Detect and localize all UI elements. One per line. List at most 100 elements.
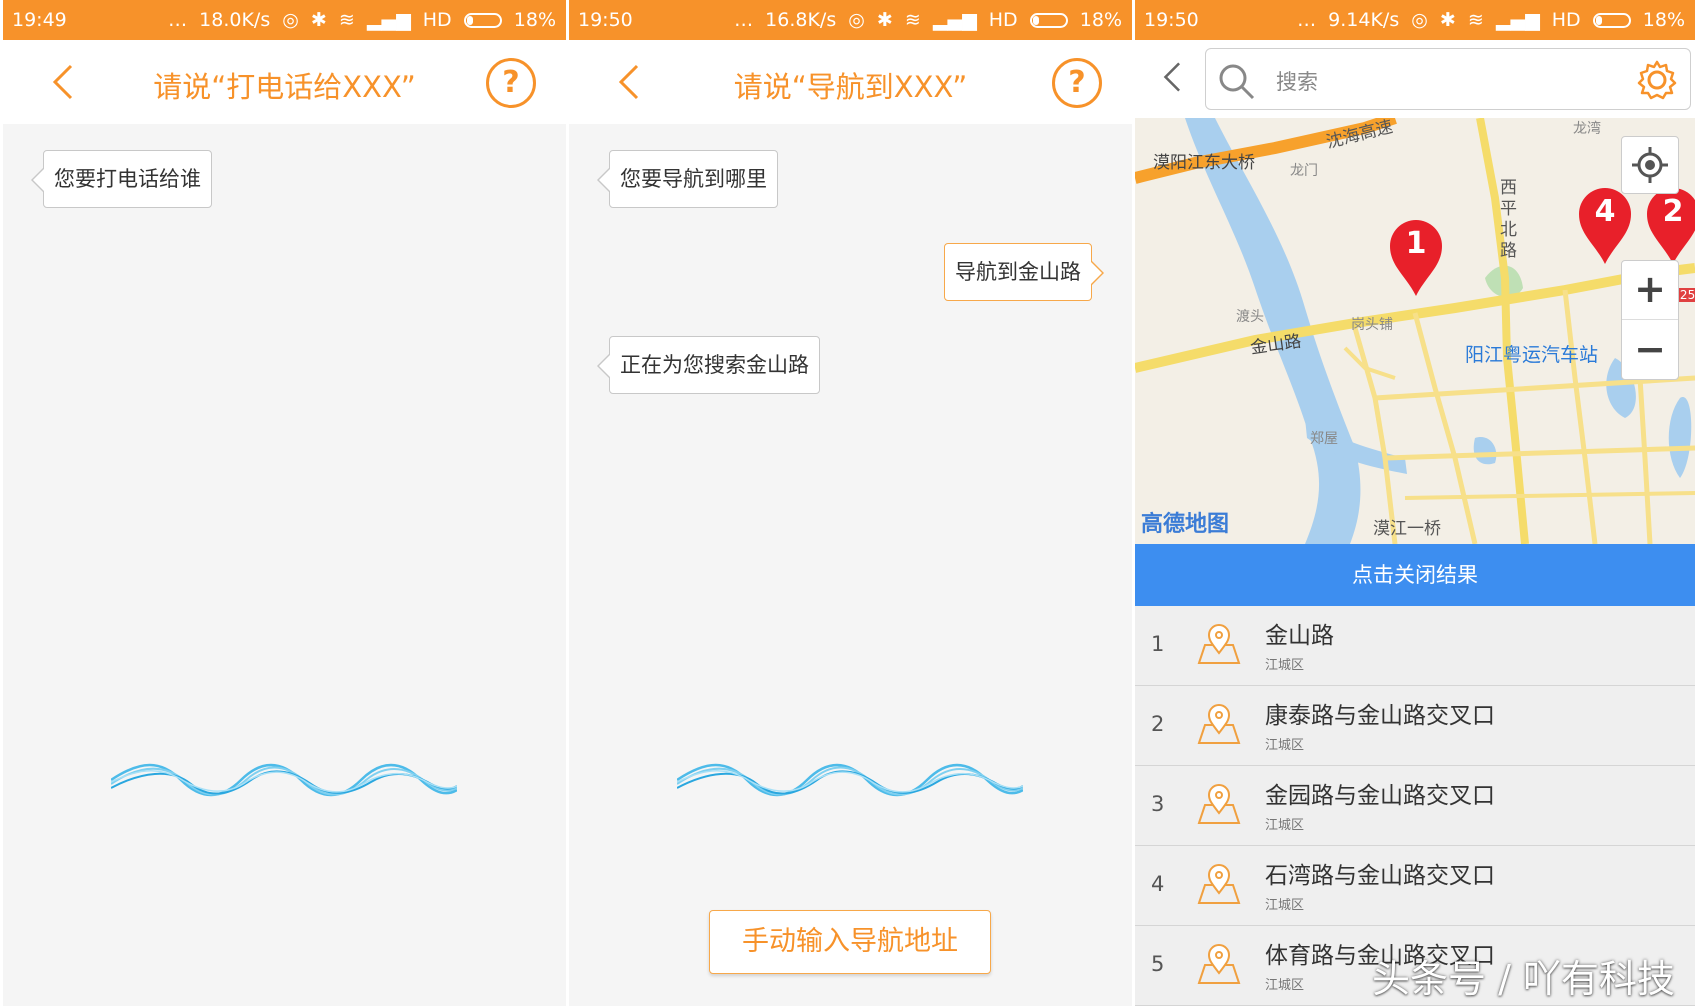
wifi-icon: ≋ xyxy=(904,9,921,31)
voice-wave xyxy=(677,763,1023,797)
signal-icon: ▂▄▆ xyxy=(932,9,977,31)
map-label-xiping: 西平北路 xyxy=(1500,178,1517,261)
map-pin[interactable]: 4 xyxy=(1577,186,1633,266)
zoom-in-button[interactable]: + xyxy=(1622,261,1678,320)
map-pin[interactable]: 2 xyxy=(1645,186,1695,266)
locate-icon xyxy=(1632,147,1668,183)
title-bar: 请说“打电话给XXX” ? xyxy=(3,40,566,124)
signal-icon: ▂▄▆ xyxy=(366,9,411,31)
map-label-longwan: 龙湾 xyxy=(1573,121,1601,137)
map-location-icon xyxy=(1197,624,1241,664)
locate-button[interactable] xyxy=(1621,136,1679,194)
alarm-icon: ◎ xyxy=(282,9,299,31)
result-item[interactable]: 2 康泰路与金山路交叉口 江城区 xyxy=(1135,686,1695,766)
battery-icon xyxy=(463,13,502,28)
status-bar: 19:50 … 9.14K/s ◎ ✱ ≋ ▂▄▆ HD 18% xyxy=(1135,0,1695,40)
status-time: 19:50 xyxy=(1144,9,1199,31)
status-network: HD xyxy=(422,9,452,31)
result-index: 1 xyxy=(1151,632,1165,656)
alarm-icon: ◎ xyxy=(1411,9,1428,31)
search-field[interactable]: 搜索 xyxy=(1205,48,1691,110)
result-name: 金山路 xyxy=(1265,623,1334,649)
status-time: 19:50 xyxy=(578,9,633,31)
status-time: 19:49 xyxy=(12,9,67,31)
result-district: 江城区 xyxy=(1265,738,1305,753)
result-district: 江城区 xyxy=(1265,818,1305,833)
map-label-bridge-top: 漠阳江东大桥 xyxy=(1153,153,1255,173)
close-results-button[interactable]: 点击关闭结果 xyxy=(1135,544,1695,606)
map-label-zhengwu: 郑屋 xyxy=(1310,431,1338,447)
result-item[interactable]: 4 石湾路与金山路交叉口 江城区 xyxy=(1135,846,1695,926)
map-location-icon xyxy=(1197,864,1241,904)
map-label-bridge-bottom: 漠江一桥 xyxy=(1373,519,1441,539)
zoom-controls: + − xyxy=(1621,260,1679,380)
screen-call: 19:49 … 18.0K/s ◎ ✱ ≋ ▂▄▆ HD 18% 请说“打电话给… xyxy=(3,0,566,1006)
status-speed: 18.0K/s xyxy=(199,9,271,31)
result-name: 石湾路与金山路交叉口 xyxy=(1265,863,1495,889)
map-canvas xyxy=(1135,118,1695,544)
map-brand-logo: 高德地图 xyxy=(1141,512,1230,537)
help-icon[interactable]: ? xyxy=(486,58,536,108)
result-district: 江城区 xyxy=(1265,978,1305,993)
alarm-icon: ◎ xyxy=(848,9,865,31)
screen-navigate: 19:50 … 16.8K/s ◎ ✱ ≋ ▂▄▆ HD 18% 请说“导航到X… xyxy=(569,0,1132,1006)
bluetooth-icon: ✱ xyxy=(310,9,327,31)
bluetooth-icon: ✱ xyxy=(876,9,893,31)
status-bar: 19:50 … 16.8K/s ◎ ✱ ≋ ▂▄▆ HD 18% xyxy=(569,0,1132,40)
result-district: 江城区 xyxy=(1265,898,1305,913)
help-icon[interactable]: ? xyxy=(1052,58,1102,108)
search-bar: 搜索 xyxy=(1135,40,1695,118)
message-bubble-left: 您要打电话给谁 xyxy=(31,150,212,208)
status-speed: 9.14K/s xyxy=(1328,9,1400,31)
message-bubble-left: 正在为您搜索金山路 xyxy=(597,336,820,394)
result-name: 金园路与金山路交叉口 xyxy=(1265,783,1495,809)
result-index: 5 xyxy=(1151,952,1165,976)
map-location-icon xyxy=(1197,784,1241,824)
page-title: 请说“打电话给XXX” xyxy=(153,70,416,104)
result-name: 康泰路与金山路交叉口 xyxy=(1265,703,1495,729)
screen-map-results: 19:50 … 9.14K/s ◎ ✱ ≋ ▂▄▆ HD 18% 搜索 沈海高速… xyxy=(1135,0,1695,1006)
status-network: HD xyxy=(988,9,1018,31)
map-view[interactable]: 沈海高速 漠阳江东大桥 龙门 龙湾 西平北路 渡头 岗头铺 金山路 阳江粤运汽车… xyxy=(1135,118,1695,544)
map-pin-number: 2 xyxy=(1662,194,1684,229)
back-icon[interactable] xyxy=(1157,60,1191,94)
voice-wave xyxy=(111,763,457,797)
bluetooth-icon: ✱ xyxy=(1439,9,1456,31)
map-label-station: 阳江粤运汽车站 xyxy=(1465,344,1599,366)
map-label-dutou: 渡头 xyxy=(1236,309,1264,325)
title-bar: 请说“导航到XXX” ? xyxy=(569,40,1132,124)
search-icon xyxy=(1219,64,1255,100)
result-item[interactable]: 1 金山路 江城区 xyxy=(1135,606,1695,686)
result-district: 江城区 xyxy=(1265,658,1305,673)
map-pin-number: 4 xyxy=(1594,194,1616,229)
map-label-longmen: 龙门 xyxy=(1290,163,1318,179)
manual-input-button[interactable]: 手动输入导航地址 xyxy=(709,910,991,974)
wifi-icon: ≋ xyxy=(1467,9,1484,31)
map-location-icon xyxy=(1197,944,1241,984)
watermark: 头条号 / 吖有科技 xyxy=(1372,957,1675,1001)
map-location-icon xyxy=(1197,704,1241,744)
search-placeholder: 搜索 xyxy=(1276,70,1318,94)
gear-icon[interactable] xyxy=(1636,59,1678,101)
status-battery: 18% xyxy=(1642,9,1685,31)
status-bar: 19:49 … 18.0K/s ◎ ✱ ≋ ▂▄▆ HD 18% xyxy=(3,0,566,40)
result-index: 2 xyxy=(1151,712,1165,736)
status-battery: 18% xyxy=(513,9,556,31)
status-speed: 16.8K/s xyxy=(765,9,837,31)
result-list: 1 金山路 江城区 2 康泰路与金山路交叉口 江城区 3 金园路与金山路交叉口 … xyxy=(1135,606,1695,1006)
page-title: 请说“导航到XXX” xyxy=(733,70,968,104)
result-item[interactable]: 3 金园路与金山路交叉口 江城区 xyxy=(1135,766,1695,846)
battery-icon xyxy=(1592,13,1631,28)
map-pin-number: 1 xyxy=(1405,226,1427,261)
battery-icon xyxy=(1029,13,1068,28)
map-pin[interactable]: 1 xyxy=(1388,218,1444,298)
wifi-icon: ≋ xyxy=(338,9,355,31)
result-index: 3 xyxy=(1151,792,1165,816)
result-index: 4 xyxy=(1151,872,1165,896)
signal-icon: ▂▄▆ xyxy=(1495,9,1540,31)
zoom-out-button[interactable]: − xyxy=(1622,321,1678,380)
message-bubble-right: 导航到金山路 xyxy=(944,243,1104,301)
status-battery: 18% xyxy=(1079,9,1122,31)
message-bubble-left: 您要导航到哪里 xyxy=(597,150,778,208)
map-label-gangtoupu: 岗头铺 xyxy=(1351,317,1393,333)
